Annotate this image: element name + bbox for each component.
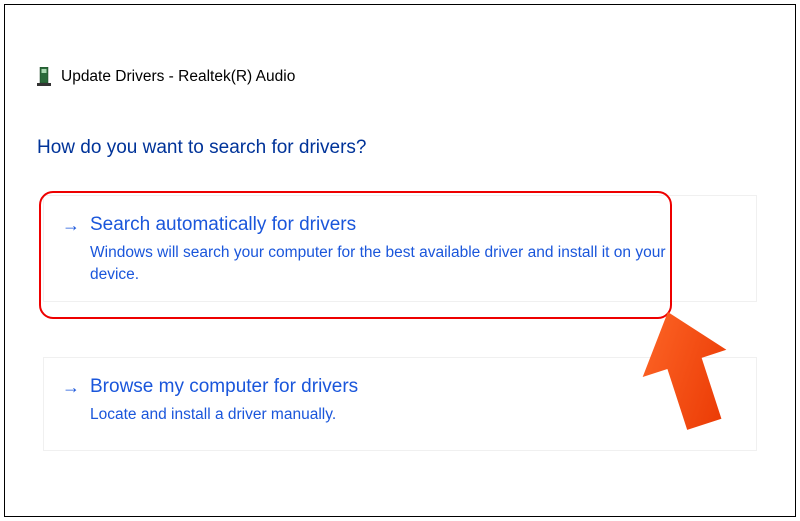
option-title-row: → Search automatically for drivers [62,214,738,236]
option-description: Windows will search your computer for th… [90,242,710,285]
option-description: Locate and install a driver manually. [90,404,710,426]
option-search-automatically[interactable]: → Search automatically for drivers Windo… [43,195,757,302]
page-heading: How do you want to search for drivers? [37,137,367,159]
option-browse-computer[interactable]: → Browse my computer for drivers Locate … [43,357,757,451]
option-title: Browse my computer for drivers [90,376,358,398]
option-title: Search automatically for drivers [90,214,356,236]
dialog-title: Update Drivers - Realtek(R) Audio [61,68,295,86]
right-arrow-icon: → [62,377,80,398]
dialog-header: Update Drivers - Realtek(R) Audio [37,67,295,87]
option-title-row: → Browse my computer for drivers [62,376,738,398]
dialog-window: Update Drivers - Realtek(R) Audio How do… [4,4,796,517]
right-arrow-icon: → [62,215,80,236]
device-icon [37,67,51,87]
